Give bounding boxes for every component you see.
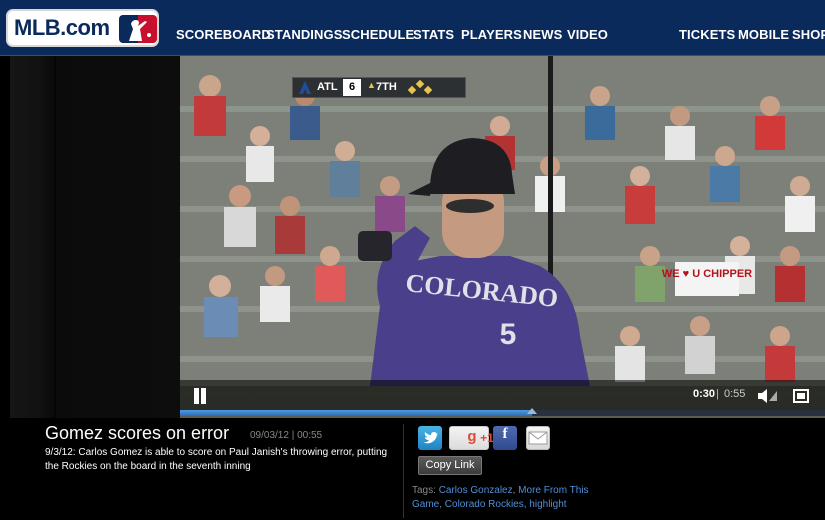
clip-meta: 09/03/12 | 00:55 bbox=[250, 430, 323, 441]
inning-top-arrow-icon: ▲ bbox=[367, 80, 376, 90]
nav-shop[interactable]: SHOP bbox=[792, 27, 825, 42]
pause-icon-bar bbox=[201, 388, 206, 404]
scorebug-team: ATL bbox=[317, 81, 338, 93]
scorebug-score: 6 bbox=[343, 79, 361, 96]
tag-highlight[interactable]: highlight bbox=[529, 499, 566, 510]
video-player[interactable]: WE ♥ U CHIPPER COLORADO 5 ATL 6 ▲ 7TH 0:… bbox=[180, 56, 825, 418]
nav-news[interactable]: NEWS bbox=[523, 27, 562, 42]
logo-text: MLB.com bbox=[14, 15, 110, 40]
pause-icon bbox=[194, 388, 199, 404]
time-current: 0:30 bbox=[693, 388, 716, 400]
mail-icon bbox=[528, 431, 548, 445]
twitter-icon bbox=[423, 432, 438, 444]
volume-icon[interactable] bbox=[757, 388, 779, 404]
twitter-share-button[interactable] bbox=[418, 426, 442, 450]
progress-bar[interactable] bbox=[180, 408, 825, 416]
clip-tags: Tags: Carlos Gonzalez, More From This Ga… bbox=[412, 485, 589, 510]
facebook-icon: f bbox=[502, 426, 508, 442]
panel-seam bbox=[54, 56, 56, 418]
scorebug-inning: 7TH bbox=[376, 81, 397, 93]
tag-colorado-rockies[interactable]: Colorado Rockies bbox=[445, 499, 524, 510]
nav-scoreboard[interactable]: SCOREBOARD bbox=[176, 27, 271, 42]
nav-schedule[interactable]: SCHEDULE bbox=[342, 27, 414, 42]
info-divider bbox=[403, 424, 404, 518]
batter-player-image: COLORADO 5 bbox=[358, 138, 590, 386]
copy-link-button[interactable]: Copy Link bbox=[418, 456, 482, 475]
email-share-button[interactable] bbox=[526, 426, 550, 450]
fullscreen-icon[interactable] bbox=[793, 388, 809, 404]
jersey-number: 5 bbox=[500, 318, 517, 351]
nav-players[interactable]: PLAYERS bbox=[461, 27, 522, 42]
time-total: 0:55 bbox=[724, 388, 746, 400]
time-separator: | bbox=[716, 388, 719, 400]
progress-knob[interactable] bbox=[527, 408, 537, 414]
clip-title: Gomez scores on error bbox=[45, 423, 230, 443]
bases-diamond-icon bbox=[407, 80, 433, 95]
video-controls: 0:30 | 0:55 bbox=[180, 380, 825, 412]
top-nav-bar: MLB.com SCOREBOARD STANDINGS SCHEDULE ST… bbox=[0, 0, 825, 56]
nav-standings[interactable]: STANDINGS bbox=[266, 27, 343, 42]
tags-label: Tags: bbox=[412, 485, 436, 496]
nav-video[interactable]: VIDEO bbox=[567, 27, 608, 42]
braves-logo-icon bbox=[299, 81, 311, 94]
pause-button[interactable] bbox=[192, 388, 208, 404]
scorebug: ATL 6 ▲ 7TH bbox=[292, 77, 466, 98]
nav-mobile[interactable]: MOBILE bbox=[738, 27, 789, 42]
batter-silhouette-icon bbox=[119, 15, 157, 43]
nav-stats[interactable]: STATS bbox=[413, 27, 454, 42]
clip-description: 9/3/12: Carlos Gomez is able to score on… bbox=[45, 447, 388, 472]
progress-fill bbox=[180, 410, 532, 416]
nav-tickets[interactable]: TICKETS bbox=[679, 27, 735, 42]
mlb-logo[interactable]: MLB.com bbox=[6, 9, 159, 47]
clip-info: Gomez scores on error 09/03/12 | 00:55 9… bbox=[0, 418, 825, 520]
tag-carlos-gonzalez[interactable]: Carlos Gonzalez bbox=[439, 485, 513, 496]
left-panel bbox=[10, 56, 180, 418]
video-page: WE ♥ U CHIPPER COLORADO 5 ATL 6 ▲ 7TH 0:… bbox=[0, 56, 825, 520]
facebook-share-button[interactable]: f bbox=[493, 426, 517, 450]
google-plus-button[interactable]: g +1 bbox=[449, 426, 494, 450]
